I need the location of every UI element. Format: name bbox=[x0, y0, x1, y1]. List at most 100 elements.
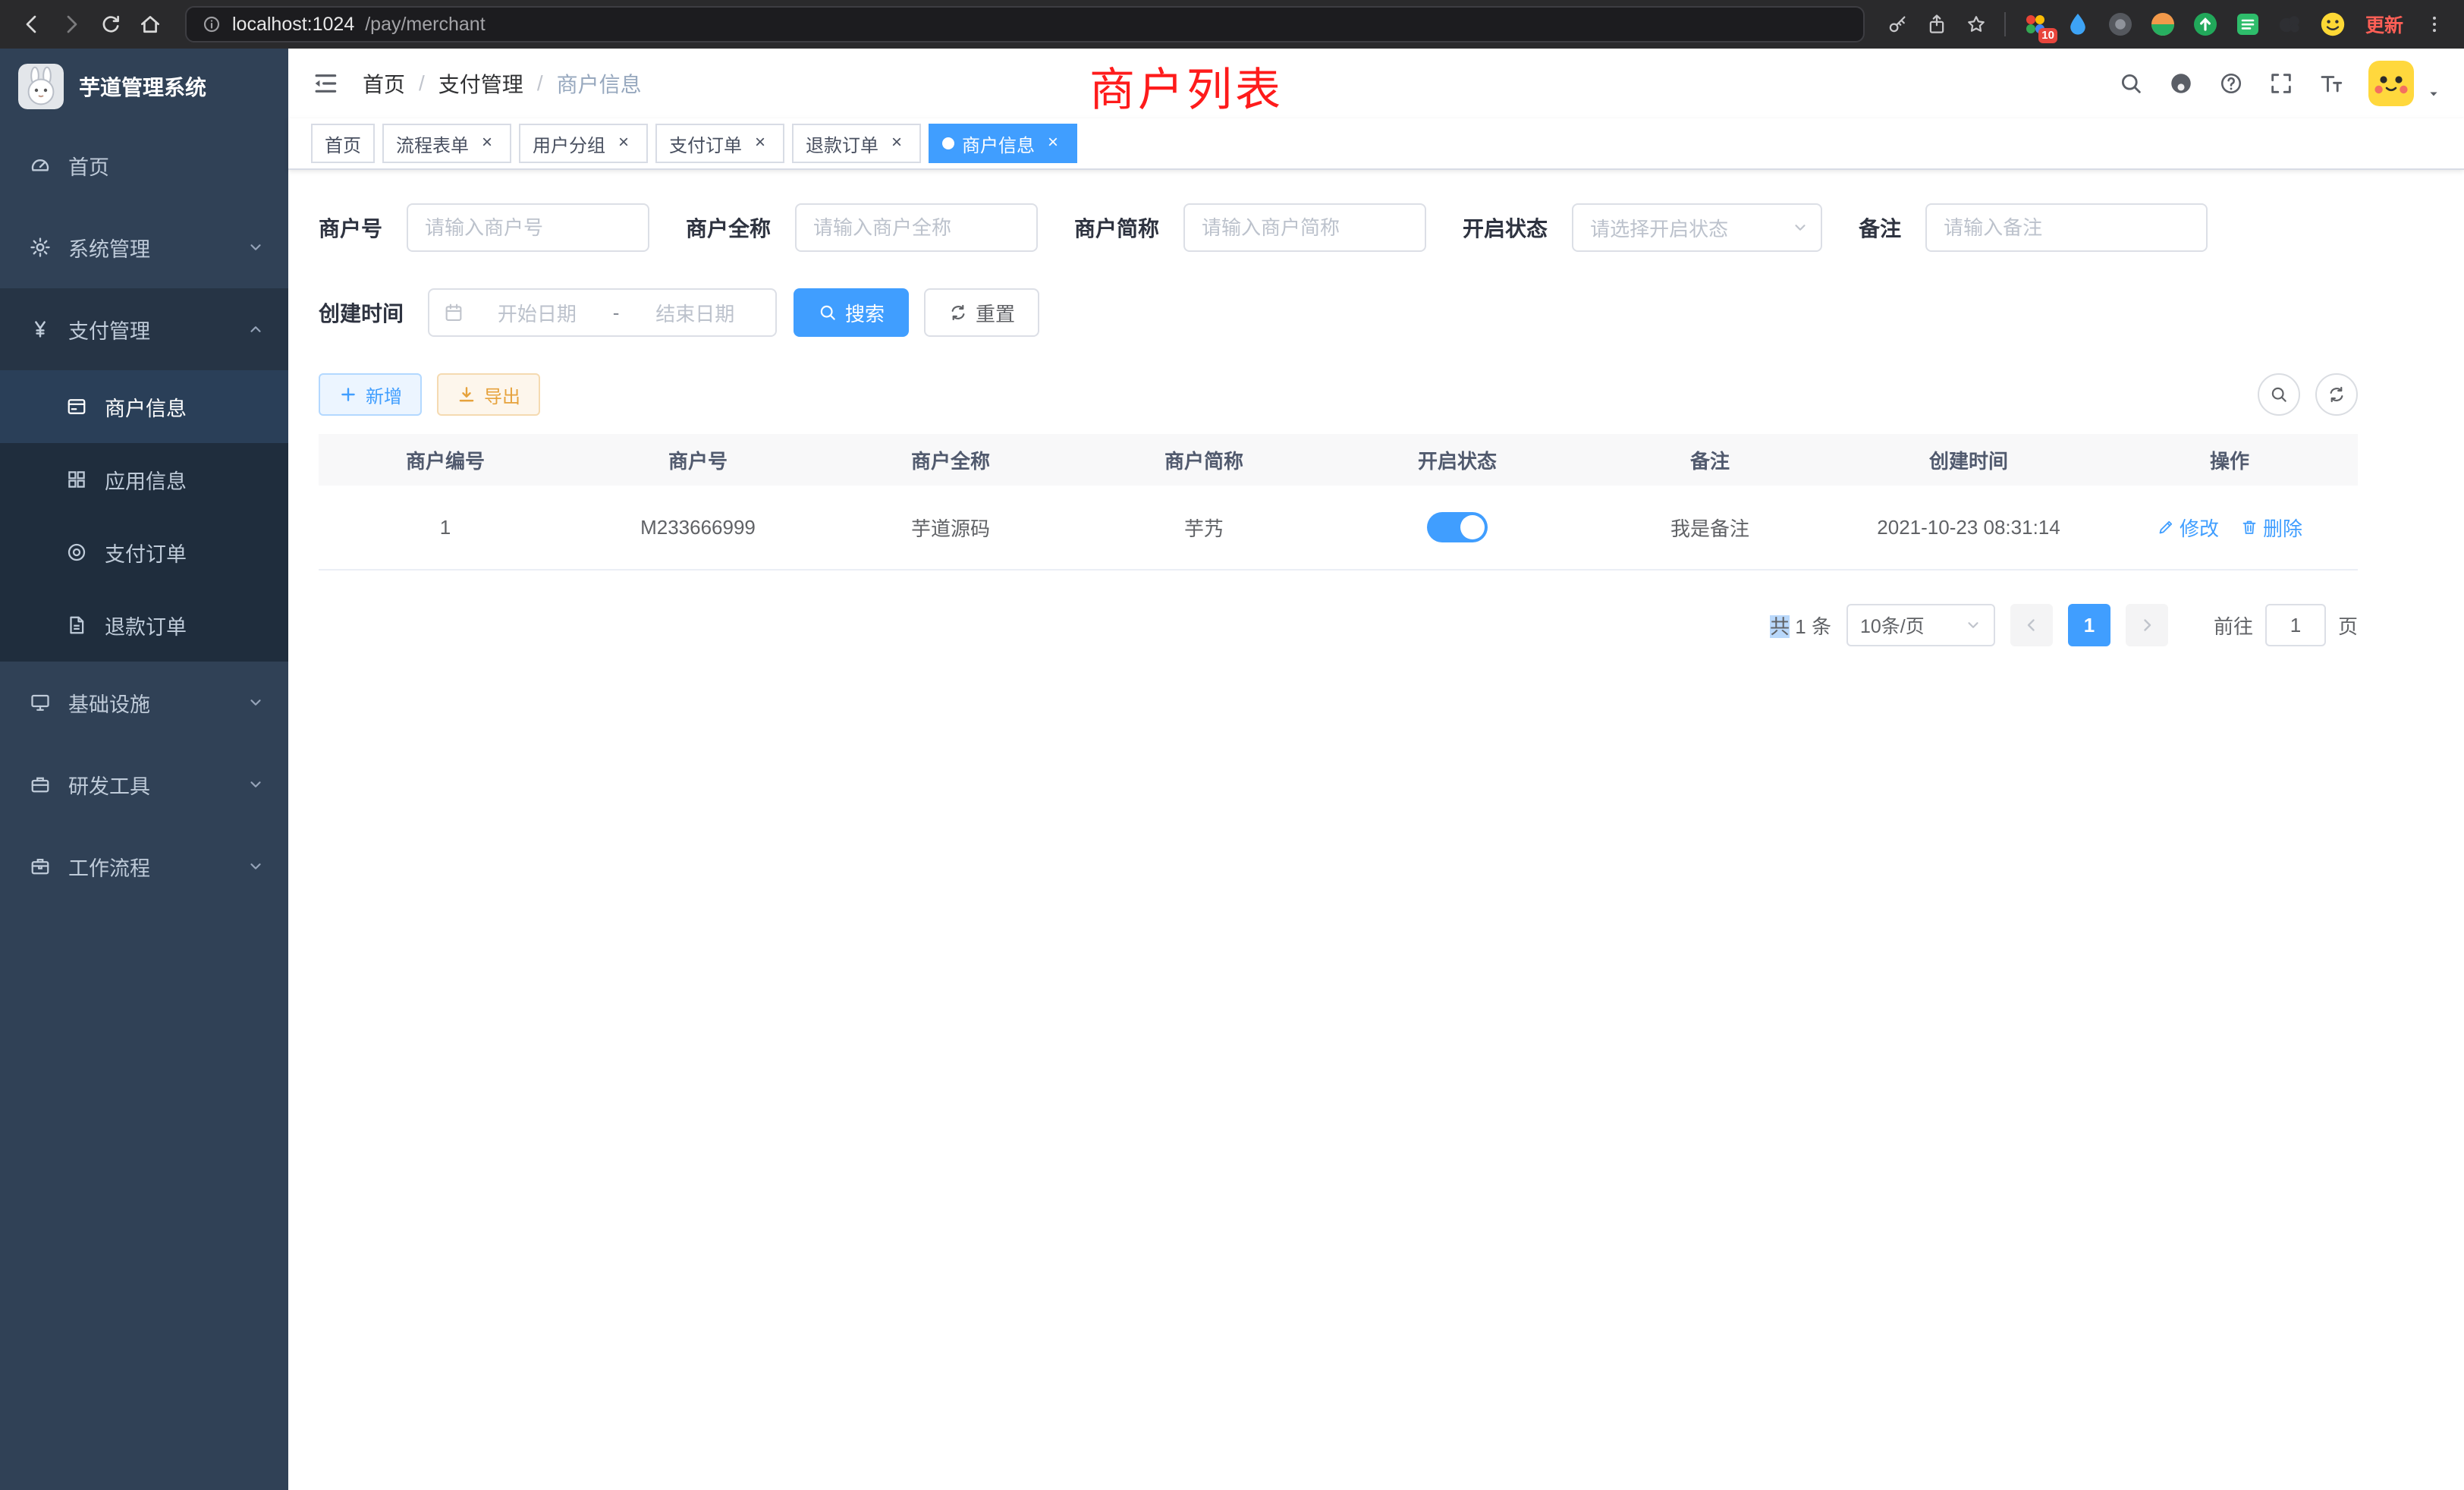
short-name-input[interactable] bbox=[1183, 203, 1426, 252]
sidebar-item-pay-order[interactable]: 支付订单 bbox=[0, 516, 288, 589]
extension-dots-icon[interactable]: 10 bbox=[2022, 11, 2048, 37]
export-button[interactable]: 导出 bbox=[437, 373, 540, 416]
search-icon bbox=[818, 303, 838, 322]
sidebar-item-refund-order[interactable]: 退款订单 bbox=[0, 589, 288, 662]
full-name-input[interactable] bbox=[795, 203, 1038, 252]
remark-input[interactable] bbox=[1925, 203, 2208, 252]
sidebar: 芋道管理系统 首页 系统管理 支付管理 bbox=[0, 49, 288, 1490]
tab-close-icon[interactable] bbox=[476, 133, 498, 154]
tab-refund-order[interactable]: 退款订单 bbox=[792, 124, 921, 163]
browser-reload-button[interactable] bbox=[91, 5, 130, 44]
reset-button[interactable]: 重置 bbox=[924, 288, 1039, 337]
sidebar-item-devtools[interactable]: 研发工具 bbox=[0, 743, 288, 825]
tab-home[interactable]: 首页 bbox=[311, 124, 375, 163]
user-avatar[interactable] bbox=[2368, 61, 2414, 106]
extension-arrow-icon[interactable] bbox=[2192, 11, 2218, 37]
status-toggle[interactable] bbox=[1427, 512, 1488, 542]
trash-icon bbox=[2240, 518, 2258, 536]
sidebar-item-workflow[interactable]: 工作流程 bbox=[0, 825, 288, 907]
add-button[interactable]: 新增 bbox=[319, 373, 422, 416]
tab-user-group[interactable]: 用户分组 bbox=[519, 124, 648, 163]
cell-full-name: 芋道源码 bbox=[824, 514, 1077, 542]
create-time-range-picker[interactable]: 开始日期 - 结束日期 bbox=[428, 288, 777, 337]
status-select[interactable]: 请选择开启状态 bbox=[1572, 203, 1822, 252]
page-number-button[interactable]: 1 bbox=[2068, 604, 2110, 646]
extension-sheet-icon[interactable] bbox=[2235, 11, 2261, 37]
sidebar-item-merchant-info[interactable]: 商户信息 bbox=[0, 370, 288, 443]
toggle-search-button[interactable] bbox=[2258, 373, 2300, 416]
app-logo[interactable]: 芋道管理系统 bbox=[0, 49, 288, 124]
extension-smiley-icon[interactable] bbox=[2320, 11, 2346, 37]
chevron-down-icon bbox=[1792, 219, 1809, 236]
prev-page-button[interactable] bbox=[2010, 604, 2053, 646]
share-icon bbox=[1925, 13, 1948, 36]
filter-label: 商户号 bbox=[319, 212, 382, 243]
active-tab-dot bbox=[942, 137, 954, 149]
sidebar-item-infrastructure[interactable]: 基础设施 bbox=[0, 662, 288, 743]
page-size-select[interactable]: 10条/页 bbox=[1846, 604, 1995, 646]
sidebar-item-system[interactable]: 系统管理 bbox=[0, 206, 288, 288]
extension-badge: 10 bbox=[2038, 28, 2057, 43]
table-tools bbox=[2258, 373, 2358, 416]
edit-icon bbox=[2157, 518, 2175, 536]
merchant-no-input[interactable] bbox=[407, 203, 649, 252]
filter-full-name: 商户全称 bbox=[686, 203, 1038, 252]
sidebar-item-payment[interactable]: 支付管理 bbox=[0, 288, 288, 370]
collapse-sidebar-button[interactable] bbox=[311, 69, 340, 98]
fullscreen-button[interactable] bbox=[2268, 71, 2294, 96]
tab-close-icon[interactable] bbox=[750, 133, 771, 154]
github-button[interactable] bbox=[2168, 71, 2194, 96]
table-header-row: 商户编号 商户号 商户全称 商户简称 开启状态 备注 创建时间 操作 bbox=[319, 434, 2358, 486]
home-icon bbox=[138, 12, 162, 36]
sidebar-item-home[interactable]: 首页 bbox=[0, 124, 288, 206]
browser-menu-button[interactable] bbox=[2423, 13, 2446, 36]
refresh-table-button[interactable] bbox=[2315, 373, 2358, 416]
share-button[interactable] bbox=[1925, 13, 1948, 36]
tab-close-icon[interactable] bbox=[1042, 133, 1064, 154]
browser-back-button[interactable] bbox=[12, 5, 52, 44]
bookmark-star-button[interactable] bbox=[1965, 13, 1988, 36]
extension-avatar-icon[interactable] bbox=[2150, 11, 2176, 37]
goto-suffix: 页 bbox=[2338, 611, 2358, 640]
search-button[interactable]: 搜索 bbox=[794, 288, 909, 337]
delete-link[interactable]: 删除 bbox=[2240, 514, 2302, 542]
tab-flow-form[interactable]: 流程表单 bbox=[382, 124, 511, 163]
extension-ring-icon[interactable] bbox=[2107, 11, 2133, 37]
date-range-separator: - bbox=[610, 301, 623, 325]
filter-label: 商户全称 bbox=[686, 212, 771, 243]
site-info-icon[interactable] bbox=[202, 14, 222, 34]
url-bar[interactable]: localhost:1024/pay/merchant bbox=[185, 6, 1865, 42]
download-icon bbox=[457, 385, 476, 404]
extension-drop-icon[interactable] bbox=[2065, 11, 2091, 37]
extension-blob-icon[interactable] bbox=[2277, 11, 2303, 37]
page-size-value: 10条/页 bbox=[1860, 611, 1925, 639]
browser-forward-button[interactable] bbox=[52, 5, 91, 44]
chevron-down-icon bbox=[247, 776, 264, 793]
tab-merchant-info[interactable]: 商户信息 bbox=[929, 124, 1077, 163]
password-key-button[interactable] bbox=[1886, 13, 1909, 36]
breadcrumb-section[interactable]: 支付管理 bbox=[438, 68, 523, 99]
logo-image bbox=[18, 64, 64, 109]
browser-home-button[interactable] bbox=[130, 5, 170, 44]
header-search-button[interactable] bbox=[2118, 71, 2144, 96]
tab-close-icon[interactable] bbox=[886, 133, 907, 154]
chevron-left-icon bbox=[2022, 616, 2041, 634]
col-status: 开启状态 bbox=[1331, 446, 1584, 474]
font-size-button[interactable] bbox=[2318, 71, 2344, 96]
sidebar-item-app-info[interactable]: 应用信息 bbox=[0, 443, 288, 516]
add-button-label: 新增 bbox=[366, 382, 402, 408]
breadcrumb-home[interactable]: 首页 bbox=[363, 68, 405, 99]
cell-create-time: 2021-10-23 08:31:14 bbox=[1836, 516, 2101, 539]
goto-page-input[interactable] bbox=[2265, 604, 2326, 646]
avatar-caret-icon[interactable] bbox=[2426, 86, 2441, 102]
help-button[interactable] bbox=[2218, 71, 2244, 96]
chevron-up-icon bbox=[247, 321, 264, 338]
tab-pay-order[interactable]: 支付订单 bbox=[655, 124, 784, 163]
tab-close-icon[interactable] bbox=[613, 133, 634, 154]
browser-update-button[interactable]: 更新 bbox=[2365, 11, 2403, 38]
filter-row-2: 创建时间 开始日期 - 结束日期 搜索 重置 bbox=[319, 288, 2434, 337]
next-page-button[interactable] bbox=[2126, 604, 2168, 646]
app-title: 芋道管理系统 bbox=[79, 71, 206, 102]
tab-label: 用户分组 bbox=[533, 130, 605, 157]
edit-link[interactable]: 修改 bbox=[2157, 514, 2219, 542]
